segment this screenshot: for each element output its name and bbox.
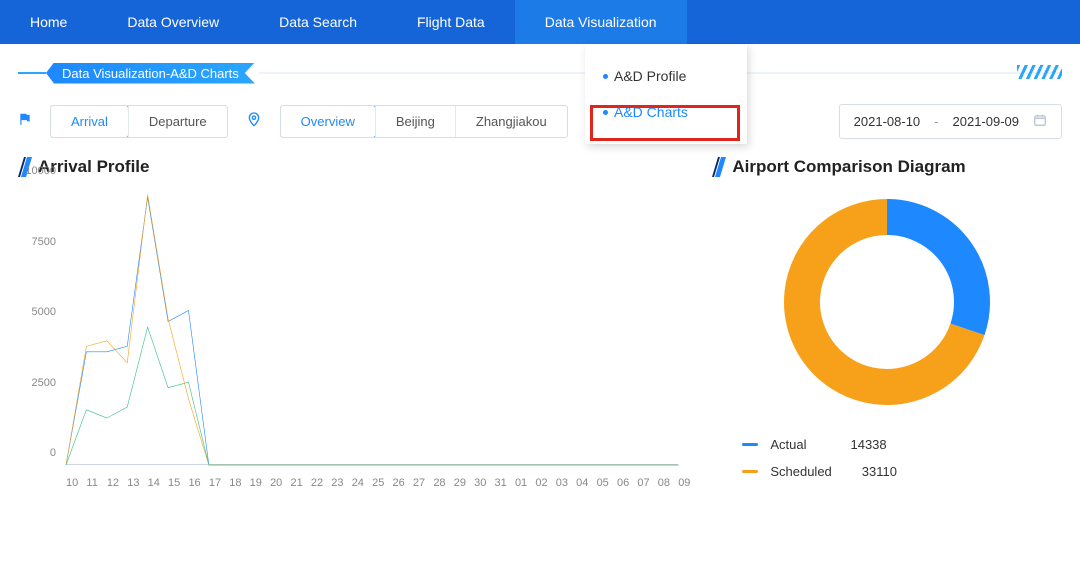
date-range-picker[interactable]: 2021-08-10 - 2021-09-09 — [839, 104, 1062, 139]
legend-label: Actual — [770, 437, 806, 452]
legend-label: Scheduled — [770, 464, 831, 479]
line-series — [66, 327, 678, 465]
dropdown-ad-profile[interactable]: A&D Profile — [585, 58, 747, 94]
legend-value: 14338 — [850, 437, 886, 452]
dropdown-item-label: A&D Charts — [614, 104, 688, 120]
nav-data-visualization[interactable]: Data Visualization — [515, 0, 687, 44]
line-series-svg — [66, 189, 678, 465]
donut-svg — [782, 197, 992, 407]
y-axis: 0 2500 5000 7500 10000 — [18, 183, 62, 465]
region-zhangjiakou-button[interactable]: Zhangjiakou — [455, 106, 567, 137]
arrival-line-chart: 0 2500 5000 7500 10000 10111213141516171… — [18, 183, 682, 493]
location-pin-icon — [246, 111, 262, 132]
nav-flight-data[interactable]: Flight Data — [387, 0, 515, 44]
date-separator: - — [934, 114, 938, 129]
airport-comparison-panel: Airport Comparison Diagram 14338 33110 A… — [712, 157, 1062, 493]
ribbon-lead — [18, 72, 46, 74]
flag-icon — [18, 112, 32, 131]
arrival-profile-title: Arrival Profile — [18, 157, 682, 177]
x-axis: 1011121314151617181920212223242526272829… — [66, 477, 678, 489]
bullet-icon — [603, 110, 608, 115]
legend-actual: Actual 14338 — [742, 431, 1062, 458]
legend-swatch-scheduled — [742, 470, 758, 473]
y-tick: 5000 — [32, 306, 56, 318]
donut-label-actual: 14338 — [874, 247, 905, 259]
y-tick: 10000 — [25, 165, 56, 177]
hatch-decoration — [1017, 65, 1062, 79]
nav-data-overview[interactable]: Data Overview — [97, 0, 249, 44]
visualization-dropdown: A&D Profile A&D Charts — [585, 44, 747, 144]
plot-area — [66, 189, 678, 465]
date-from: 2021-08-10 — [854, 114, 921, 129]
legend-value: 33110 — [862, 464, 897, 479]
donut-segment — [887, 217, 972, 329]
legend-swatch-actual — [742, 443, 758, 446]
mode-departure-button[interactable]: Departure — [128, 106, 227, 137]
breadcrumb-row: Data Visualization-A&D Charts — [18, 62, 1062, 84]
mode-arrival-button[interactable]: Arrival — [50, 105, 129, 138]
nav-home[interactable]: Home — [0, 0, 97, 44]
calendar-icon — [1033, 113, 1047, 130]
region-beijing-button[interactable]: Beijing — [375, 106, 455, 137]
breadcrumb: Data Visualization-A&D Charts — [46, 63, 255, 84]
line-series — [66, 195, 678, 465]
line-series — [66, 197, 678, 465]
dropdown-item-label: A&D Profile — [614, 68, 686, 84]
mode-segmented: Arrival Departure — [50, 105, 228, 138]
bullet-icon — [603, 74, 608, 79]
region-overview-button[interactable]: Overview — [280, 105, 376, 138]
airport-comparison-title: Airport Comparison Diagram — [712, 157, 1062, 177]
y-tick: 0 — [50, 447, 56, 459]
nav-data-search[interactable]: Data Search — [249, 0, 387, 44]
arrival-profile-panel: Arrival Profile 0 2500 5000 7500 10000 1… — [18, 157, 682, 493]
panel-title-text: Airport Comparison Diagram — [732, 157, 965, 177]
filter-bar: Arrival Departure Overview Beijing Zhang… — [18, 104, 1062, 139]
title-slash-icon — [712, 157, 726, 177]
top-nav: Home Data Overview Data Search Flight Da… — [0, 0, 1080, 44]
region-segmented: Overview Beijing Zhangjiakou — [280, 105, 568, 138]
dropdown-ad-charts[interactable]: A&D Charts — [585, 94, 747, 130]
y-tick: 7500 — [32, 236, 56, 248]
y-tick: 2500 — [32, 377, 56, 389]
donut-label-scheduled: 33110 — [734, 345, 764, 357]
donut-chart: 14338 33110 — [712, 197, 1062, 407]
date-to: 2021-09-09 — [953, 114, 1020, 129]
legend-scheduled: Scheduled 33110 — [742, 458, 1062, 485]
donut-legend: Actual 14338 Scheduled 33110 — [742, 431, 1062, 485]
